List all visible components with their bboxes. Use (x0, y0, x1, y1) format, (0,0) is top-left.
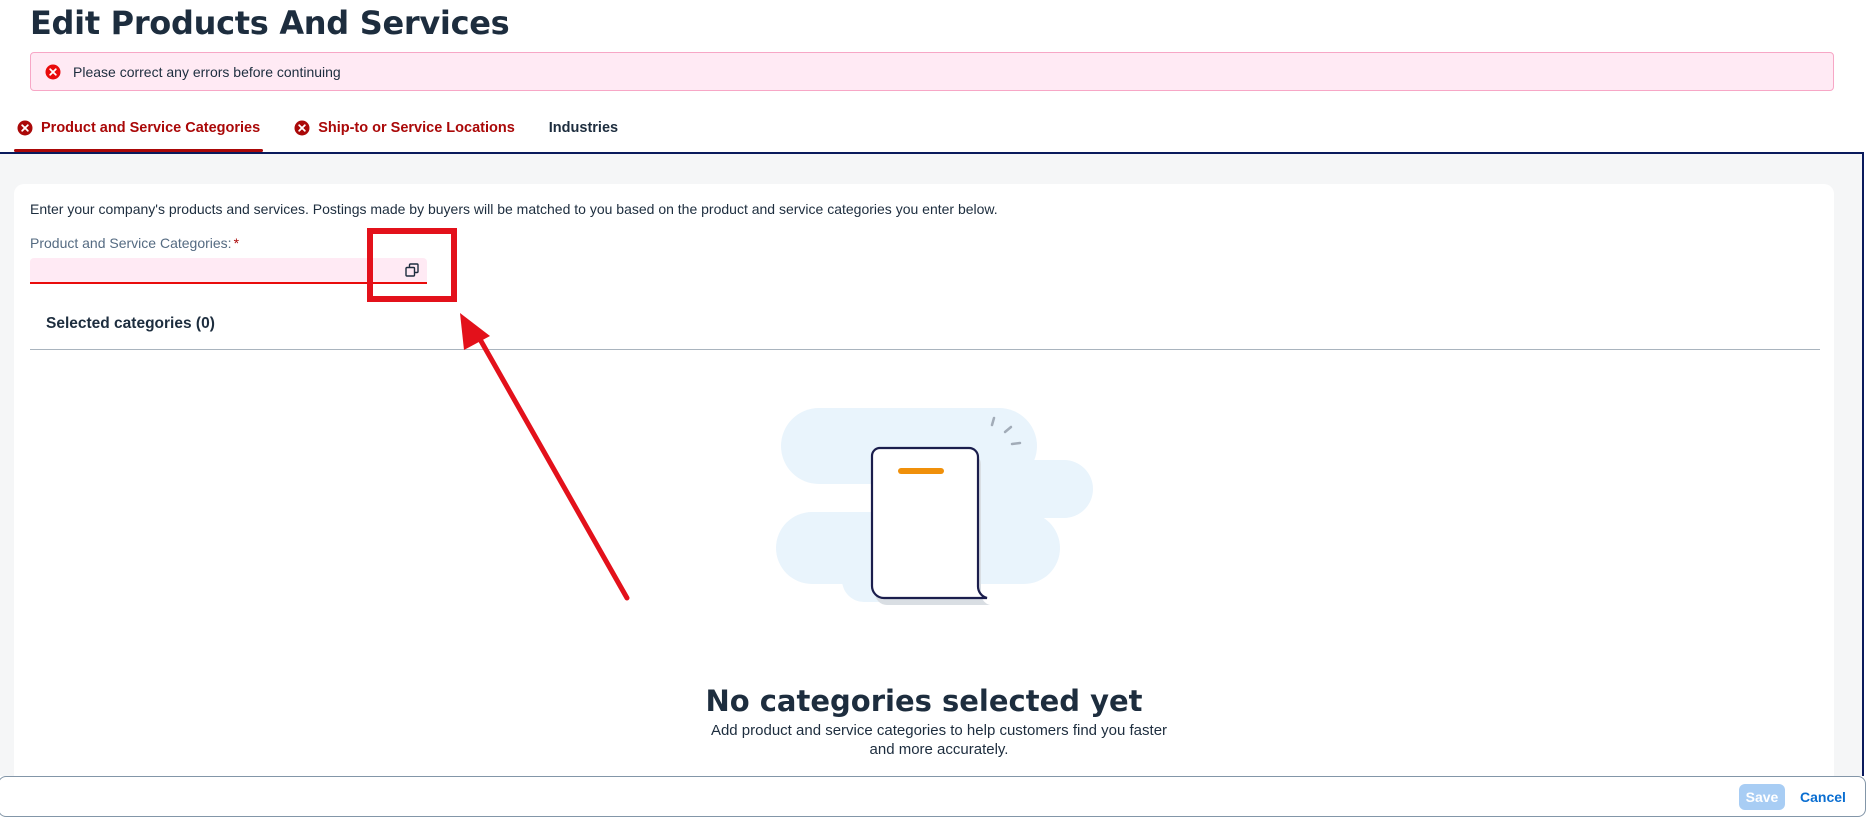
footer-bar (0, 776, 1866, 817)
tab-label: Product and Service Categories (41, 120, 261, 136)
content-card: Enter your company's products and servic… (14, 184, 1834, 784)
field-label-text: Product and Service Categories: (30, 235, 232, 251)
save-button[interactable]: Save (1739, 784, 1785, 810)
annotation-highlight-box (367, 228, 457, 302)
categories-input[interactable] (30, 258, 397, 282)
tab-label: Ship-to or Service Locations (318, 120, 515, 136)
categories-field-label: Product and Service Categories: * (30, 235, 239, 251)
error-message-text: Please correct any errors before continu… (73, 63, 341, 80)
empty-state-title: No categories selected yet (705, 684, 1143, 718)
cancel-button[interactable]: Cancel (1796, 784, 1850, 810)
empty-document-illustration (776, 408, 1093, 605)
error-message-strip: Please correct any errors before continu… (30, 52, 1834, 91)
empty-state-description: Add product and service categories to he… (710, 722, 1168, 758)
tab-label: Industries (548, 120, 619, 136)
error-icon (17, 120, 33, 136)
error-icon (294, 120, 310, 136)
divider (30, 349, 1820, 350)
tab-product-service-categories[interactable]: Product and Service Categories (14, 110, 264, 152)
tab-ship-to-locations[interactable]: Ship-to or Service Locations (291, 110, 518, 152)
tab-panel: Enter your company's products and servic… (0, 152, 1864, 784)
selected-categories-heading: Selected categories (0) (46, 315, 215, 332)
intro-text: Enter your company's products and servic… (30, 201, 998, 217)
tab-bar: Product and Service Categories Ship-to o… (14, 110, 649, 152)
error-icon (45, 64, 61, 80)
tab-industries[interactable]: Industries (546, 110, 621, 152)
required-mark: * (233, 235, 240, 251)
page-title: Edit Products And Services (30, 4, 510, 42)
